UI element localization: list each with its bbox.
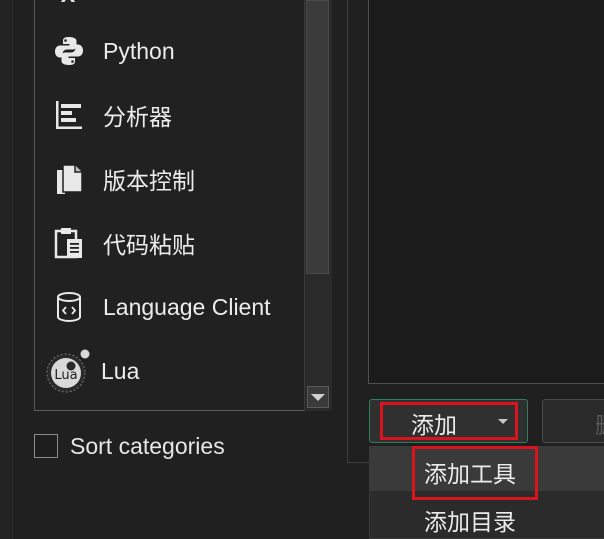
language-client-icon [49,287,89,327]
sort-categories-row[interactable]: Sort categories [34,430,225,462]
category-item-language-client[interactable]: Language Client [35,275,305,339]
analyzer-icon [49,95,89,135]
chevron-down-icon [311,393,325,401]
highlight-box [412,446,538,500]
scroll-down-button[interactable] [307,386,329,408]
category-label: Python [103,37,175,64]
lua-icon: Lua [43,349,93,393]
category-item-version-control[interactable]: 版本控制 [35,147,305,211]
category-label: Language Client [103,293,271,320]
python-icon [49,31,89,71]
tool-tree[interactable] [368,0,604,384]
highlight-box [380,402,518,440]
partial-icon [49,0,89,7]
remove-button-label: 删 [595,408,604,440]
menu-item-add-directory[interactable]: 添加目录 [424,503,516,537]
category-label: 分析器 [103,104,172,130]
category-item-python[interactable]: Python [35,19,305,83]
category-label: 版本控制 [103,168,195,194]
category-item-code-paste[interactable]: 代码粘贴 [35,211,305,275]
category-label: Lua [101,357,140,384]
category-item-partial[interactable] [35,0,305,19]
version-control-icon [49,159,89,199]
category-item-analyzer[interactable]: 分析器 [35,83,305,147]
svg-text:Lua: Lua [54,368,77,383]
left-pane-edge [0,0,13,539]
category-item-lua[interactable]: Lua Lua [35,339,305,403]
category-label: 代码粘贴 [103,232,195,258]
remove-button[interactable]: 删 [542,399,604,443]
code-paste-icon [49,223,89,263]
sort-categories-checkbox[interactable] [34,434,58,458]
sort-categories-label: Sort categories [70,432,225,459]
category-scroll-thumb[interactable] [306,0,329,274]
category-list[interactable]: Python 分析器 版本控制 代码粘贴 Language Client Lua… [34,0,332,411]
